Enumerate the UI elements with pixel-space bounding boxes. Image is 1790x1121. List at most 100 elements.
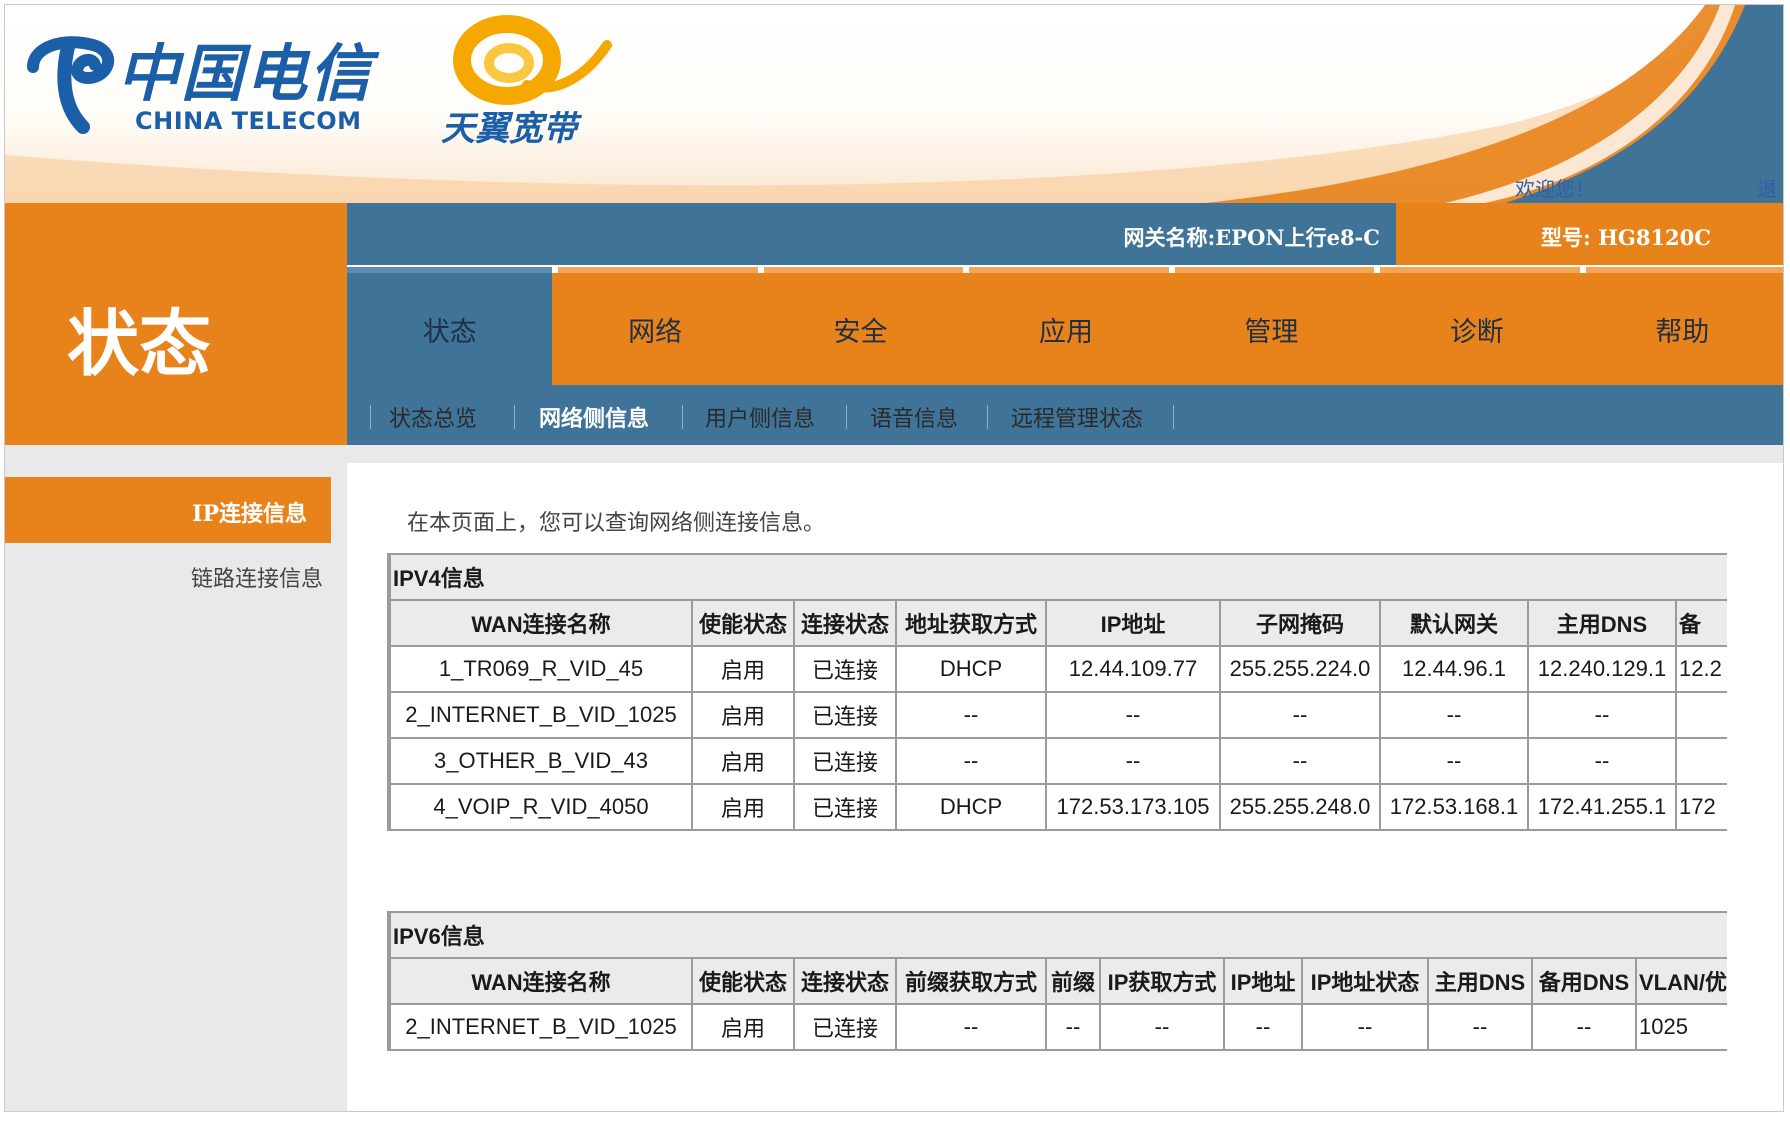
tab-status[interactable]: 状态 [347, 267, 553, 385]
gateway-name: 网关名称:EPON上行e8-C [1123, 225, 1380, 250]
column-header: 连接状态 [793, 957, 897, 1005]
model-number: 型号: HG8120C [1541, 225, 1711, 250]
ipv6-section-title: IPV6信息 [389, 911, 1727, 959]
table-row: 2_INTERNET_B_VID_1025 启用 已连接 -- -- -- -- -- -- --… [389, 1003, 1727, 1051]
column-header: 主用DNS [1427, 957, 1533, 1005]
column-header: 默认网关 [1379, 599, 1529, 647]
sub-nav: 状态总览 网络侧信息 用户侧信息 语音信息 远程管理状态 [347, 385, 1783, 445]
column-header: IP地址 [1045, 599, 1221, 647]
table-cell: -- [1099, 1003, 1225, 1051]
column-header: 备 [1674, 599, 1727, 647]
subtab-network-side-info[interactable]: 网络侧信息 [539, 401, 649, 433]
ipv6-info-table: IPV6信息 WAN连接名称 使能状态 连接状态 前缀获取方式 前缀 IP获取方式 IP地址… [389, 911, 1727, 1051]
table-cell: 2_INTERNET_B_VID_1025 [389, 1003, 693, 1051]
subtab-status-overview[interactable]: 状态总览 [389, 401, 477, 433]
table-header-row: WAN连接名称 使能状态 连接状态 地址获取方式 IP地址 子网掩码 默认网关 主用DNS 备 [389, 599, 1727, 647]
column-header: WAN连接名称 [389, 599, 693, 647]
table-cell: DHCP [895, 645, 1047, 693]
sidebar-item-label: IP连接信息 [192, 501, 307, 527]
subnav-divider [987, 405, 988, 429]
table-cell: -- [1219, 691, 1381, 739]
column-header: 前缀获取方式 [895, 957, 1047, 1005]
table-cell: DHCP [895, 783, 1047, 831]
ipv4-table-container: IPV4信息 WAN连接名称 使能状态 连接状态 地址获取方式 IP地址 子网掩码 默认网关… [387, 553, 1727, 831]
tab-security[interactable]: 安全 [757, 267, 964, 385]
table-cell: -- [1223, 1003, 1303, 1051]
table-cell: 启用 [691, 645, 795, 693]
column-header: IP地址状态 [1301, 957, 1429, 1005]
table-cell: 12.44.96.1 [1379, 645, 1529, 693]
section-title: 状态 [67, 301, 212, 386]
table-cell: 1025 [1634, 1003, 1727, 1051]
table-cell: 启用 [691, 783, 795, 831]
subnav-divider [514, 405, 515, 429]
table-cell: 255.255.248.0 [1219, 783, 1381, 831]
table-cell: 255.255.224.0 [1219, 645, 1381, 693]
table-cell: 1_TR069_R_VID_45 [389, 645, 693, 693]
model-box: 型号: HG8120C [1396, 203, 1783, 265]
table-cell: -- [895, 737, 1047, 785]
tab-network[interactable]: 网络 [552, 267, 758, 385]
column-header: 连接状态 [793, 599, 897, 647]
subtab-user-side-info[interactable]: 用户侧信息 [705, 401, 815, 433]
table-cell: 启用 [691, 691, 795, 739]
welcome-text: 欢迎您！ [1515, 177, 1595, 201]
table-cell: -- [1301, 1003, 1429, 1051]
table-cell: 172.41.255.1 [1527, 783, 1677, 831]
table-cell: 12.240.129.1 [1527, 645, 1677, 693]
column-header: 主用DNS [1527, 599, 1677, 647]
subtab-remote-management-status[interactable]: 远程管理状态 [1011, 401, 1143, 433]
table-cell: 172 [1674, 783, 1727, 831]
table-cell: -- [895, 691, 1047, 739]
table-cell: -- [1531, 1003, 1637, 1051]
table-row: 2_INTERNET_B_VID_1025 启用 已连接 -- -- -- -- -- [389, 691, 1727, 739]
table-cell: -- [1045, 737, 1221, 785]
ipv6-table-container: IPV6信息 WAN连接名称 使能状态 连接状态 前缀获取方式 前缀 IP获取方式 IP地址… [387, 911, 1727, 1051]
sidebar-item-ip-connection[interactable]: IP连接信息 [5, 477, 331, 543]
table-cell: 已连接 [793, 645, 897, 693]
table-cell: 启用 [691, 1003, 795, 1051]
table-cell: 12.44.109.77 [1045, 645, 1221, 693]
table-cell: -- [1527, 737, 1677, 785]
subnav-divider [846, 405, 847, 429]
device-info-bar: 网关名称:EPON上行e8-C 型号: HG8120C [347, 203, 1783, 265]
tab-help[interactable]: 帮助 [1579, 267, 1783, 385]
column-header: IP获取方式 [1099, 957, 1225, 1005]
table-cell: 2_INTERNET_B_VID_1025 [389, 691, 693, 739]
table-cell: -- [1379, 691, 1529, 739]
column-header: WAN连接名称 [389, 957, 693, 1005]
column-header: VLAN/优 [1634, 957, 1727, 1005]
table-cell: -- [1045, 691, 1221, 739]
table-cell: -- [1427, 1003, 1533, 1051]
column-header: 地址获取方式 [895, 599, 1047, 647]
table-row: 4_VOIP_R_VID_4050 启用 已连接 DHCP 172.53.173.105… [389, 783, 1727, 831]
tab-management[interactable]: 管理 [1168, 267, 1375, 385]
table-row: 1_TR069_R_VID_45 启用 已连接 DHCP 12.44.109.77 255… [389, 645, 1727, 693]
subnav-divider [370, 405, 371, 429]
table-cell: 172.53.173.105 [1045, 783, 1221, 831]
table-cell: -- [1219, 737, 1381, 785]
subnav-divider [682, 405, 683, 429]
table-cell: 已连接 [793, 691, 897, 739]
table-cell: -- [895, 1003, 1047, 1051]
table-cell: 已连接 [793, 783, 897, 831]
column-header: 前缀 [1045, 957, 1101, 1005]
sidebar: IP连接信息 链路连接信息 [5, 445, 347, 1111]
tab-diagnosis[interactable]: 诊断 [1374, 267, 1580, 385]
column-header: 使能状态 [691, 599, 795, 647]
subnav-divider [1173, 405, 1174, 429]
section-title-block: 状态 [5, 203, 347, 445]
subtab-voice-info[interactable]: 语音信息 [870, 401, 958, 433]
table-cell: 4_VOIP_R_VID_4050 [389, 783, 693, 831]
table-cell: -- [1379, 737, 1529, 785]
table-cell: 已连接 [793, 737, 897, 785]
table-cell: 172.53.168.1 [1379, 783, 1529, 831]
column-header: 子网掩码 [1219, 599, 1381, 647]
column-header: IP地址 [1223, 957, 1303, 1005]
tab-application[interactable]: 应用 [963, 267, 1169, 385]
logout-link[interactable]: 退出 [1757, 173, 1783, 203]
table-header-row: WAN连接名称 使能状态 连接状态 前缀获取方式 前缀 IP获取方式 IP地址 IP地址状态主… [389, 957, 1727, 1005]
header-banner: 中国电信 CHINA TELECOM 天翼宽带 欢迎您！ 退出 [5, 5, 1783, 203]
table-cell: 启用 [691, 737, 795, 785]
sidebar-item-link-connection[interactable]: 链路连接信息 [191, 561, 323, 593]
